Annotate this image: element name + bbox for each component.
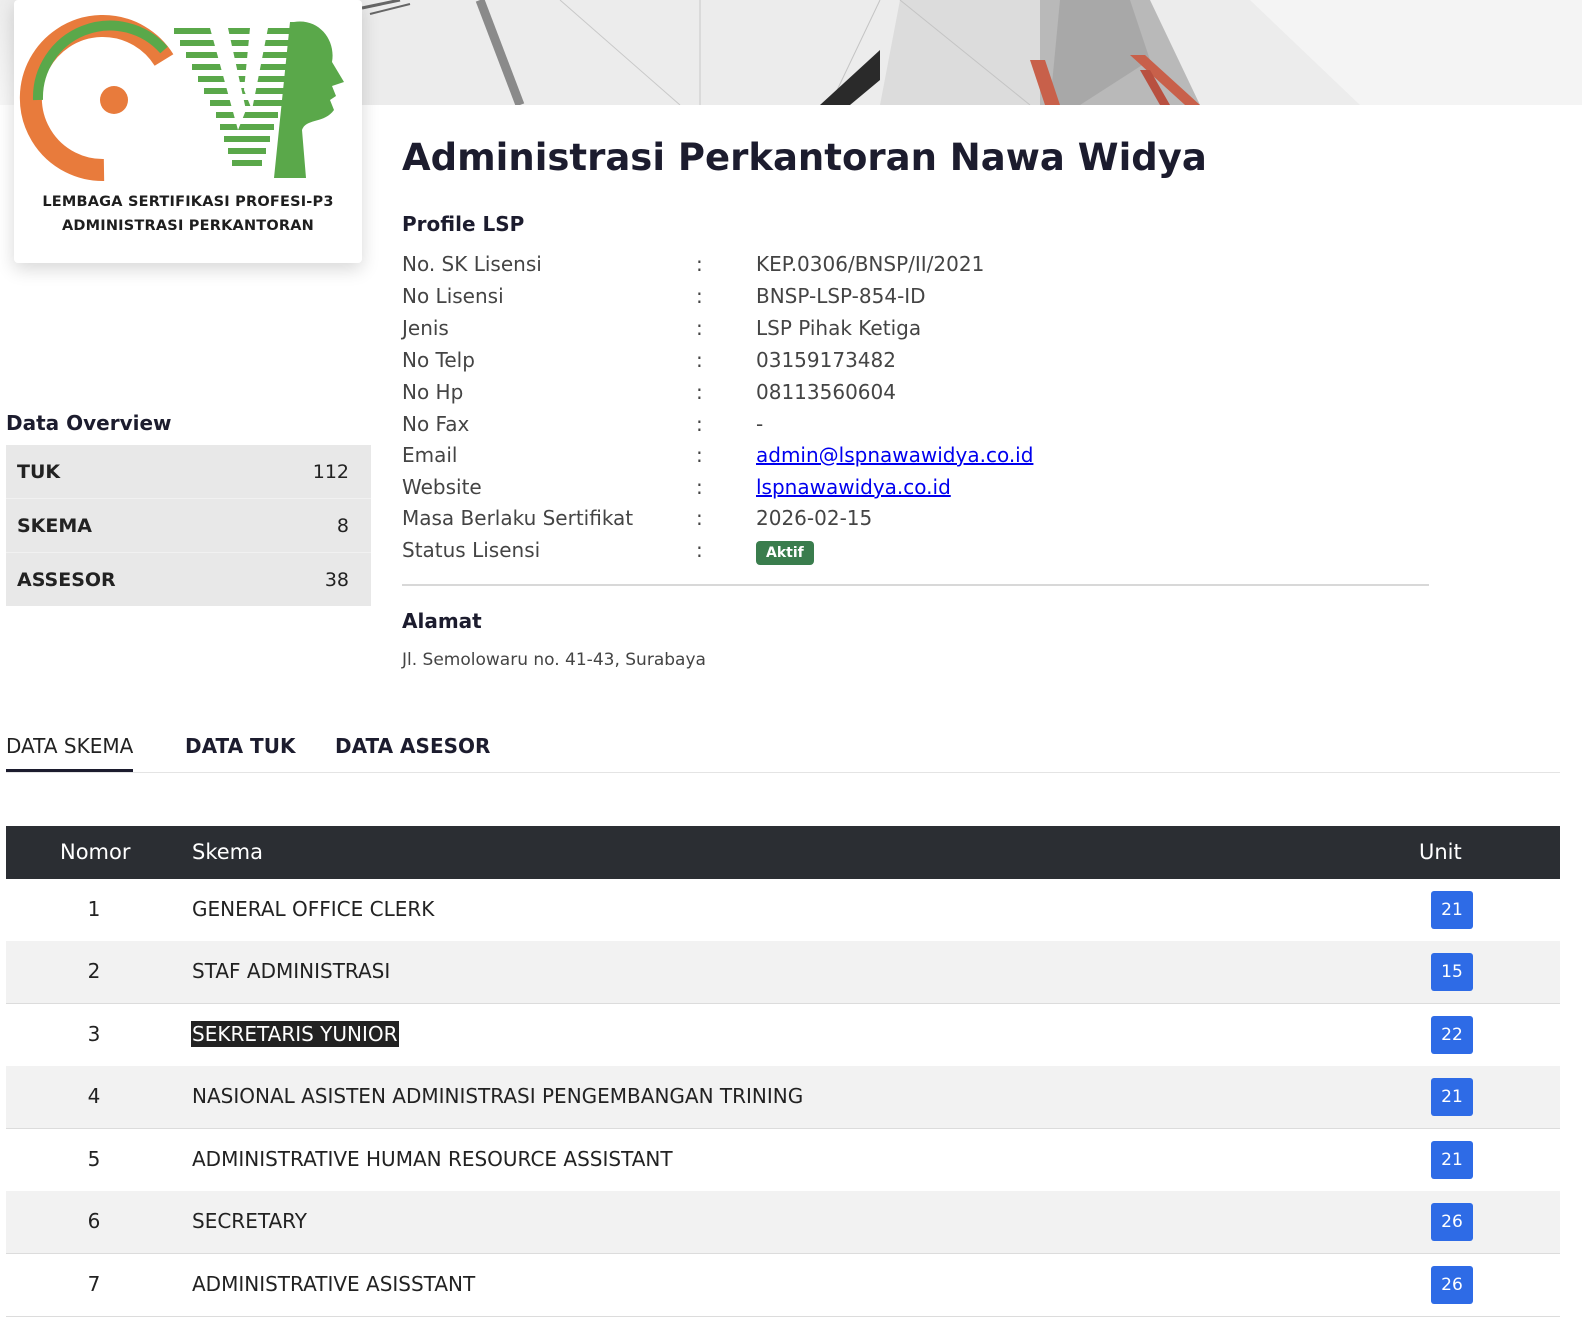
table-row: 5 ADMINISTRATIVE HUMAN RESOURCE ASSISTAN… [6,1129,1560,1192]
profile-divider [402,584,1429,586]
unit-count-badge[interactable]: 26 [1431,1266,1473,1304]
overview-row-skema: SKEMA 8 [6,499,371,553]
profile-colon: : [696,475,703,499]
profile-value: 03159173482 [756,348,896,372]
overview-value: 8 [336,515,349,537]
row-number: 2 [87,959,101,983]
profile-colon: : [696,284,703,308]
logo-text-line1: LEMBAGA SERTIFIKASI PROFESI-P3 [42,194,334,210]
profile-label: Masa Berlaku Sertifikat [402,506,634,530]
unit-count-badge[interactable]: 15 [1431,953,1473,991]
profile-label: No. SK Lisensi [402,252,542,276]
profile-label: Email [402,443,458,467]
row-skema-name: SECRETARY [192,1209,308,1233]
profile-heading: Profile LSP [402,212,525,236]
profile-value: KEP.0306/BNSP/II/2021 [756,252,985,276]
profile-value: BNSP-LSP-854-ID [756,284,926,308]
profile-value: 2026-02-15 [756,506,873,530]
profile-colon: : [696,412,703,436]
overview-label: TUK [17,461,61,483]
tab-data-tuk[interactable]: DATA TUK [185,734,295,758]
profile-colon: : [696,316,703,340]
table-row: 7 ADMINISTRATIVE ASISSTANT 26 [6,1254,1560,1317]
skema-table-header: Nomor Skema Unit [6,826,1560,879]
table-row: 2 STAF ADMINISTRASI 15 [6,941,1560,1004]
profile-label: No Hp [402,380,464,404]
alamat-heading: Alamat [402,609,482,633]
lsp-logo-icon [19,15,344,182]
logo-text-line2: ADMINISTRASI PERKANTORAN [61,218,315,234]
profile-label: No Telp [402,348,475,372]
profile-label: Website [402,475,482,499]
row-skema-name: ADMINISTRATIVE HUMAN RESOURCE ASSISTANT [192,1147,673,1171]
row-number: 3 [87,1022,101,1046]
row-number: 1 [87,897,101,921]
profile-value: 08113560604 [756,380,896,404]
profile-colon: : [696,538,703,562]
unit-count-badge[interactable]: 21 [1431,1078,1473,1116]
profile-colon: : [696,380,703,404]
profile-colon: : [696,443,703,467]
unit-count-badge[interactable]: 22 [1431,1016,1473,1054]
email-link[interactable]: admin@lspnawawidya.co.id [756,443,1033,467]
profile-value: LSP Pihak Ketiga [756,316,922,340]
row-number: 5 [87,1147,101,1171]
row-skema-name: GENERAL OFFICE CLERK [192,897,435,921]
active-tab-indicator [6,769,133,772]
unit-count-badge[interactable]: 21 [1431,891,1473,929]
profile-colon: : [696,252,703,276]
unit-count-badge[interactable]: 21 [1431,1141,1473,1179]
row-number: 7 [87,1272,101,1296]
overview-row-tuk: TUK 112 [6,445,371,499]
row-skema-name-selected: SEKRETARIS YUNIOR [191,1021,399,1047]
header-nomor: Nomor [60,840,131,864]
profile-label: Status Lisensi [402,538,541,562]
status-badge: Aktif [756,541,814,565]
row-number: 6 [87,1209,101,1233]
profile-label: Jenis [402,316,449,340]
table-row: 1 GENERAL OFFICE CLERK 21 [6,879,1560,942]
page-title: Administrasi Perkantoran Nawa Widya [402,136,1207,179]
row-skema-name: ADMINISTRATIVE ASISSTANT [192,1272,476,1296]
data-tabs: DATA SKEMA DATA TUK DATA ASESOR [6,730,1560,773]
overview-value: 38 [324,569,349,591]
profile-label: No Fax [402,412,470,436]
unit-count-badge[interactable]: 26 [1431,1203,1473,1241]
table-row: 3 SEKRETARIS YUNIOR 22 [6,1004,1560,1067]
header-skema: Skema [192,840,263,864]
header-unit: Unit [1419,840,1462,864]
website-link[interactable]: lspnawawidya.co.id [756,475,951,499]
lsp-logo-card: LEMBAGA SERTIFIKASI PROFESI-P3 ADMINISTR… [14,0,362,263]
status-badge-container: Aktif [756,538,814,565]
overview-heading: Data Overview [6,411,172,435]
profile-value: - [756,412,764,436]
row-skema-name: NASIONAL ASISTEN ADMINISTRASI PENGEMBANG… [192,1084,804,1108]
overview-label: ASSESOR [17,569,116,591]
tab-data-asesor[interactable]: DATA ASESOR [335,734,490,758]
overview-value: 112 [312,461,349,483]
row-skema-name: STAF ADMINISTRASI [192,959,391,983]
profile-colon: : [696,348,703,372]
overview-row-assesor: ASSESOR 38 [6,553,371,606]
profile-label: No Lisensi [402,284,504,308]
row-number: 4 [87,1084,101,1108]
alamat-text: Jl. Semolowaru no. 41-43, Surabaya [402,650,706,670]
overview-table: TUK 112 SKEMA 8 ASSESOR 38 [6,445,371,606]
overview-label: SKEMA [17,515,92,537]
profile-colon: : [696,506,703,530]
table-row: 6 SECRETARY 26 [6,1191,1560,1254]
tab-data-skema[interactable]: DATA SKEMA [6,734,133,758]
table-row: 4 NASIONAL ASISTEN ADMINISTRASI PENGEMBA… [6,1066,1560,1129]
